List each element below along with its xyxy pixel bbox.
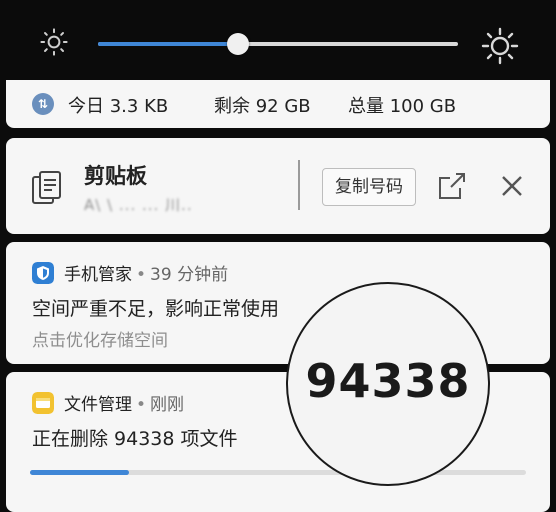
data-usage-card[interactable]: ⇅ 今日 3.3 KB 剩余 92 GB 总量 100 GB	[6, 80, 550, 128]
clipboard-title: 剪贴板	[84, 164, 147, 188]
separator-dot: •	[136, 265, 147, 285]
delete-progress-fill	[30, 470, 130, 475]
magnifier-overlay: 94338	[286, 282, 490, 486]
brightness-slider[interactable]	[98, 33, 458, 55]
notification-header: 文件管理 • 刚刚	[64, 390, 184, 415]
data-remaining: 剩余 92 GB	[214, 96, 311, 117]
clipboard-content: A\ \ ... ... 川..	[84, 196, 193, 214]
close-icon[interactable]	[500, 174, 524, 198]
notification-title: 正在删除 94338 项文件	[32, 428, 238, 450]
delete-progress-bar	[30, 470, 526, 475]
share-icon[interactable]	[436, 170, 468, 202]
app-name: 文件管理	[64, 395, 132, 415]
notification-subtitle: 点击优化存储空间	[32, 331, 168, 351]
notification-time: 刚刚	[150, 395, 185, 415]
sun-dim-icon	[40, 28, 68, 56]
sun-bright-icon	[481, 27, 519, 65]
notification-header: 手机管家 • 39 分钟前	[64, 260, 228, 285]
magnified-number: 94338	[305, 354, 471, 408]
clipboard-card[interactable]: 剪贴板 A\ \ ... ... 川.. 复制号码	[6, 138, 550, 234]
notification-time: 39 分钟前	[150, 265, 229, 285]
notification-title: 空间严重不足，影响正常使用	[32, 298, 280, 320]
data-today: 今日 3.3 KB	[68, 96, 169, 117]
brightness-slider-handle[interactable]	[227, 33, 250, 55]
data-total: 总量 100 GB	[348, 96, 457, 117]
copy-number-button[interactable]: 复制号码	[322, 168, 416, 206]
app-name: 手机管家	[64, 265, 132, 285]
clipboard-icon	[32, 171, 61, 204]
brightness-slider-fill	[98, 42, 239, 46]
separator-dot: •	[136, 395, 147, 415]
brightness-bar	[0, 0, 556, 80]
divider	[298, 160, 300, 210]
folder-icon	[32, 392, 54, 414]
shield-icon	[32, 262, 54, 284]
arrows-updown-icon: ⇅	[32, 93, 54, 115]
